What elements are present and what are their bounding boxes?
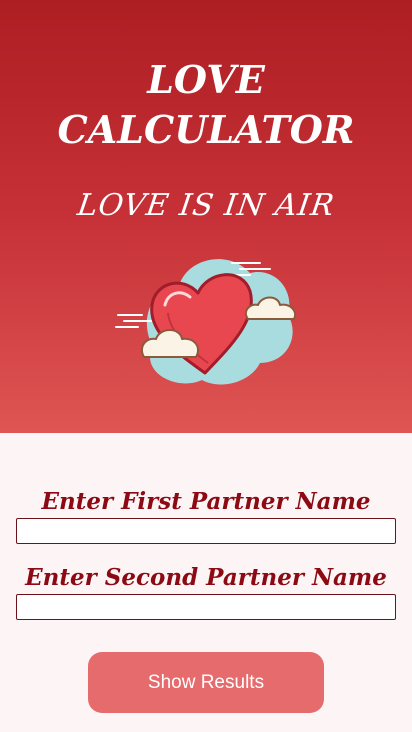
header-banner: LOVE CALCULATOR LOVE IS IN AIR xyxy=(0,0,412,433)
show-results-button[interactable]: Show Results xyxy=(88,652,324,713)
app-title: LOVE CALCULATOR xyxy=(0,55,412,155)
tagline: LOVE IS IN AIR xyxy=(75,188,337,223)
heart-with-clouds-icon xyxy=(115,259,296,385)
second-partner-name-input[interactable] xyxy=(16,594,396,620)
first-partner-label: Enter First Partner Name xyxy=(41,488,371,515)
first-partner-name-input[interactable] xyxy=(16,518,396,544)
app-title-line-2: CALCULATOR xyxy=(57,107,355,152)
app-title-line-1: LOVE xyxy=(147,57,265,102)
second-partner-label: Enter Second Partner Name xyxy=(25,564,387,591)
